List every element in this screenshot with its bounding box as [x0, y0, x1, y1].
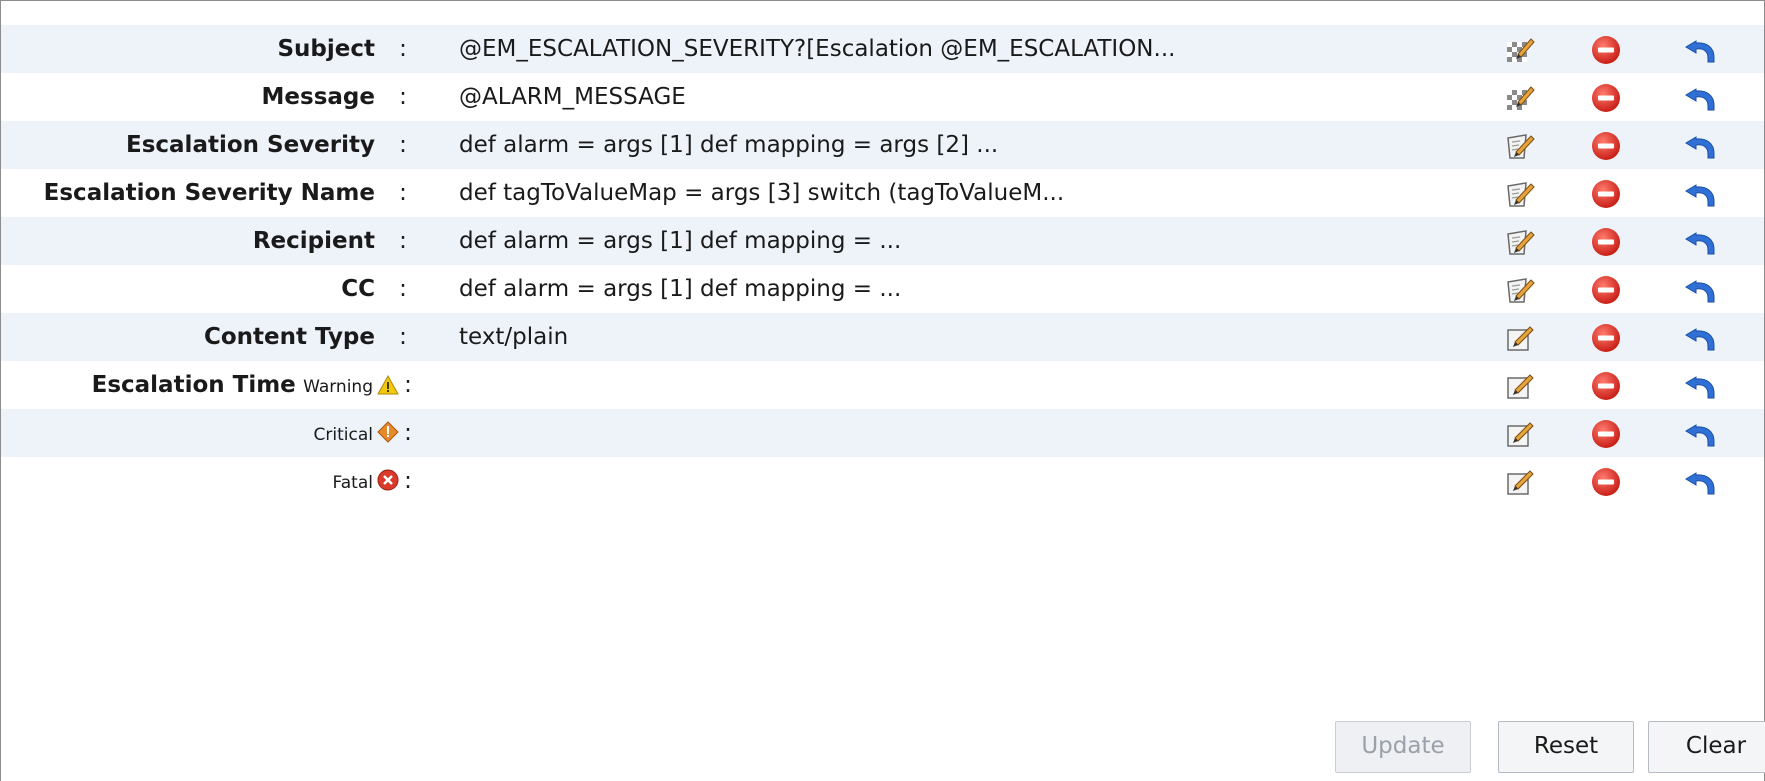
- property-panel: Subject: @EM_ESCALATION_SEVERITY?[Escala…: [0, 0, 1765, 781]
- severity-name: Critical: [313, 425, 373, 445]
- label-text: Escalation Severity: [126, 132, 375, 158]
- label-colon: :: [399, 132, 407, 158]
- row-value-cc[interactable]: def alarm = args [1] def mapping = ...: [459, 265, 901, 313]
- critical-icon: [377, 421, 399, 443]
- label-colon: :: [399, 276, 407, 302]
- label-text: Recipient: [252, 228, 375, 254]
- row-value-escalation-severity[interactable]: def alarm = args [1] def mapping = args …: [459, 121, 998, 169]
- script-editor-icon[interactable]: [1504, 226, 1536, 258]
- label-text: CC: [341, 276, 375, 302]
- undo-icon[interactable]: [1684, 178, 1716, 210]
- row-content-type: Content Type: text/plain: [1, 313, 1764, 361]
- severity-name: Fatal: [332, 473, 373, 493]
- remove-icon[interactable]: [1590, 370, 1622, 402]
- row-value-escalation-severity-name[interactable]: def tagToValueMap = args [3] switch (tag…: [459, 169, 1064, 217]
- remove-icon[interactable]: [1590, 418, 1622, 450]
- row-escalation-time-critical: Critical:: [1, 409, 1764, 457]
- expression-editor-icon[interactable]: [1504, 34, 1536, 66]
- expression-editor-icon[interactable]: [1504, 82, 1536, 114]
- row-label-escalation-time-fatal: Fatal:: [1, 457, 413, 505]
- label-colon: :: [399, 228, 407, 254]
- script-editor-icon[interactable]: [1504, 130, 1536, 162]
- row-message: Message: @ALARM_MESSAGE: [1, 73, 1764, 121]
- row-cc: CC: def alarm = args [1] def mapping = .…: [1, 265, 1764, 313]
- remove-icon[interactable]: [1590, 466, 1622, 498]
- undo-icon[interactable]: [1684, 82, 1716, 114]
- edit-icon[interactable]: [1504, 418, 1536, 450]
- row-label-escalation-time-warning: Escalation Time Warning:: [1, 361, 413, 409]
- row-value-recipient[interactable]: def alarm = args [1] def mapping = ...: [459, 217, 901, 265]
- undo-icon[interactable]: [1684, 274, 1716, 306]
- label-text: Subject: [277, 36, 375, 62]
- warning-icon: [377, 375, 399, 395]
- remove-icon[interactable]: [1590, 178, 1622, 210]
- label-text: Message: [261, 84, 375, 110]
- severity-name: Warning: [303, 377, 373, 397]
- undo-icon[interactable]: [1684, 130, 1716, 162]
- row-value-content-type[interactable]: text/plain: [459, 313, 568, 361]
- remove-icon[interactable]: [1590, 274, 1622, 306]
- label-colon: :: [404, 372, 412, 398]
- edit-icon[interactable]: [1504, 322, 1536, 354]
- label-text: Escalation Time: [91, 372, 296, 398]
- row-label-cc: CC:: [1, 265, 413, 313]
- row-escalation-time-fatal: Fatal:: [1, 457, 1764, 505]
- script-editor-icon[interactable]: [1504, 178, 1536, 210]
- label-colon: :: [399, 324, 407, 350]
- undo-icon[interactable]: [1684, 466, 1716, 498]
- undo-icon[interactable]: [1684, 370, 1716, 402]
- row-label-recipient: Recipient:: [1, 217, 413, 265]
- script-editor-icon[interactable]: [1504, 274, 1536, 306]
- remove-icon[interactable]: [1590, 226, 1622, 258]
- undo-icon[interactable]: [1684, 322, 1716, 354]
- undo-icon[interactable]: [1684, 34, 1716, 66]
- row-escalation-time-warning: Escalation Time Warning:: [1, 361, 1764, 409]
- clear-button[interactable]: Clear: [1648, 721, 1765, 773]
- undo-icon[interactable]: [1684, 418, 1716, 450]
- row-value-subject[interactable]: @EM_ESCALATION_SEVERITY?[Escalation @EM_…: [459, 25, 1175, 73]
- property-grid: Subject: @EM_ESCALATION_SEVERITY?[Escala…: [1, 25, 1764, 505]
- row-label-subject: Subject:: [1, 25, 413, 73]
- label-text: Content Type: [203, 324, 375, 350]
- label-colon: :: [399, 180, 407, 206]
- edit-icon[interactable]: [1504, 466, 1536, 498]
- row-value-message[interactable]: @ALARM_MESSAGE: [459, 73, 686, 121]
- row-subject: Subject: @EM_ESCALATION_SEVERITY?[Escala…: [1, 25, 1764, 73]
- row-label-escalation-time-critical: Critical:: [1, 409, 413, 457]
- label-text: Escalation Severity Name: [43, 180, 375, 206]
- row-label-message: Message:: [1, 73, 413, 121]
- label-colon: :: [399, 84, 407, 110]
- remove-icon[interactable]: [1590, 82, 1622, 114]
- label-colon: :: [404, 468, 412, 494]
- remove-icon[interactable]: [1590, 34, 1622, 66]
- update-button[interactable]: Update: [1335, 721, 1471, 773]
- label-colon: :: [399, 36, 407, 62]
- remove-icon[interactable]: [1590, 130, 1622, 162]
- reset-button[interactable]: Reset: [1498, 721, 1634, 773]
- row-label-escalation-severity-name: Escalation Severity Name:: [1, 169, 413, 217]
- row-label-escalation-severity: Escalation Severity:: [1, 121, 413, 169]
- fatal-icon: [377, 469, 399, 491]
- undo-icon[interactable]: [1684, 226, 1716, 258]
- row-escalation-severity: Escalation Severity: def alarm = args [1…: [1, 121, 1764, 169]
- row-label-content-type: Content Type:: [1, 313, 413, 361]
- row-escalation-severity-name: Escalation Severity Name: def tagToValue…: [1, 169, 1764, 217]
- remove-icon[interactable]: [1590, 322, 1622, 354]
- label-colon: :: [404, 420, 412, 446]
- edit-icon[interactable]: [1504, 370, 1536, 402]
- row-recipient: Recipient: def alarm = args [1] def mapp…: [1, 217, 1764, 265]
